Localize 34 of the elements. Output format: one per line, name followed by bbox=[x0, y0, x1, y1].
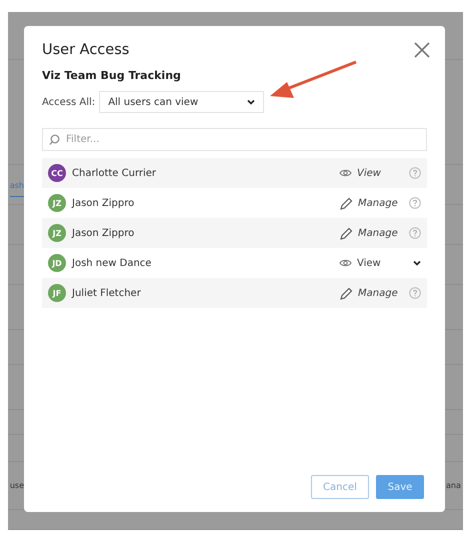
user-row[interactable]: CC Charlotte Currier View bbox=[42, 158, 427, 188]
pencil-icon bbox=[339, 196, 353, 210]
project-name: Viz Team Bug Tracking bbox=[42, 69, 182, 82]
role-label: Manage bbox=[358, 288, 398, 298]
help-icon bbox=[409, 167, 421, 179]
filter-field[interactable]: Filter... bbox=[42, 128, 427, 151]
eye-icon bbox=[339, 168, 352, 178]
role-label: View bbox=[357, 168, 381, 178]
search-icon bbox=[49, 134, 60, 145]
avatar: JF bbox=[48, 284, 66, 302]
role-label: Manage bbox=[358, 198, 398, 208]
background-text: ana bbox=[446, 481, 461, 490]
pencil-icon bbox=[339, 226, 353, 240]
dialog-title: User Access bbox=[42, 42, 130, 58]
pencil-icon bbox=[339, 286, 353, 300]
role-label: View bbox=[357, 258, 381, 268]
chevron-icon bbox=[247, 99, 256, 105]
role-label: Manage bbox=[358, 228, 398, 238]
help-icon bbox=[409, 287, 421, 299]
user-row[interactable]: JF Juliet Fletcher Manage bbox=[42, 278, 427, 308]
chevron-icon bbox=[413, 260, 421, 266]
user-row[interactable]: JZ Jason Zippro Manage bbox=[42, 218, 427, 248]
avatar: JD bbox=[48, 254, 66, 272]
help-icon bbox=[409, 197, 421, 209]
avatar: JZ bbox=[48, 194, 66, 212]
avatar: JZ bbox=[48, 224, 66, 242]
field-label: Access All: bbox=[42, 96, 96, 108]
avatar: CC bbox=[48, 164, 66, 182]
access-dropdown[interactable]: All users can view bbox=[99, 91, 264, 113]
close-icon bbox=[414, 42, 430, 58]
close-button[interactable] bbox=[414, 42, 430, 58]
eye-icon bbox=[339, 258, 352, 268]
background-text: use bbox=[10, 481, 24, 490]
help-icon bbox=[409, 227, 421, 239]
